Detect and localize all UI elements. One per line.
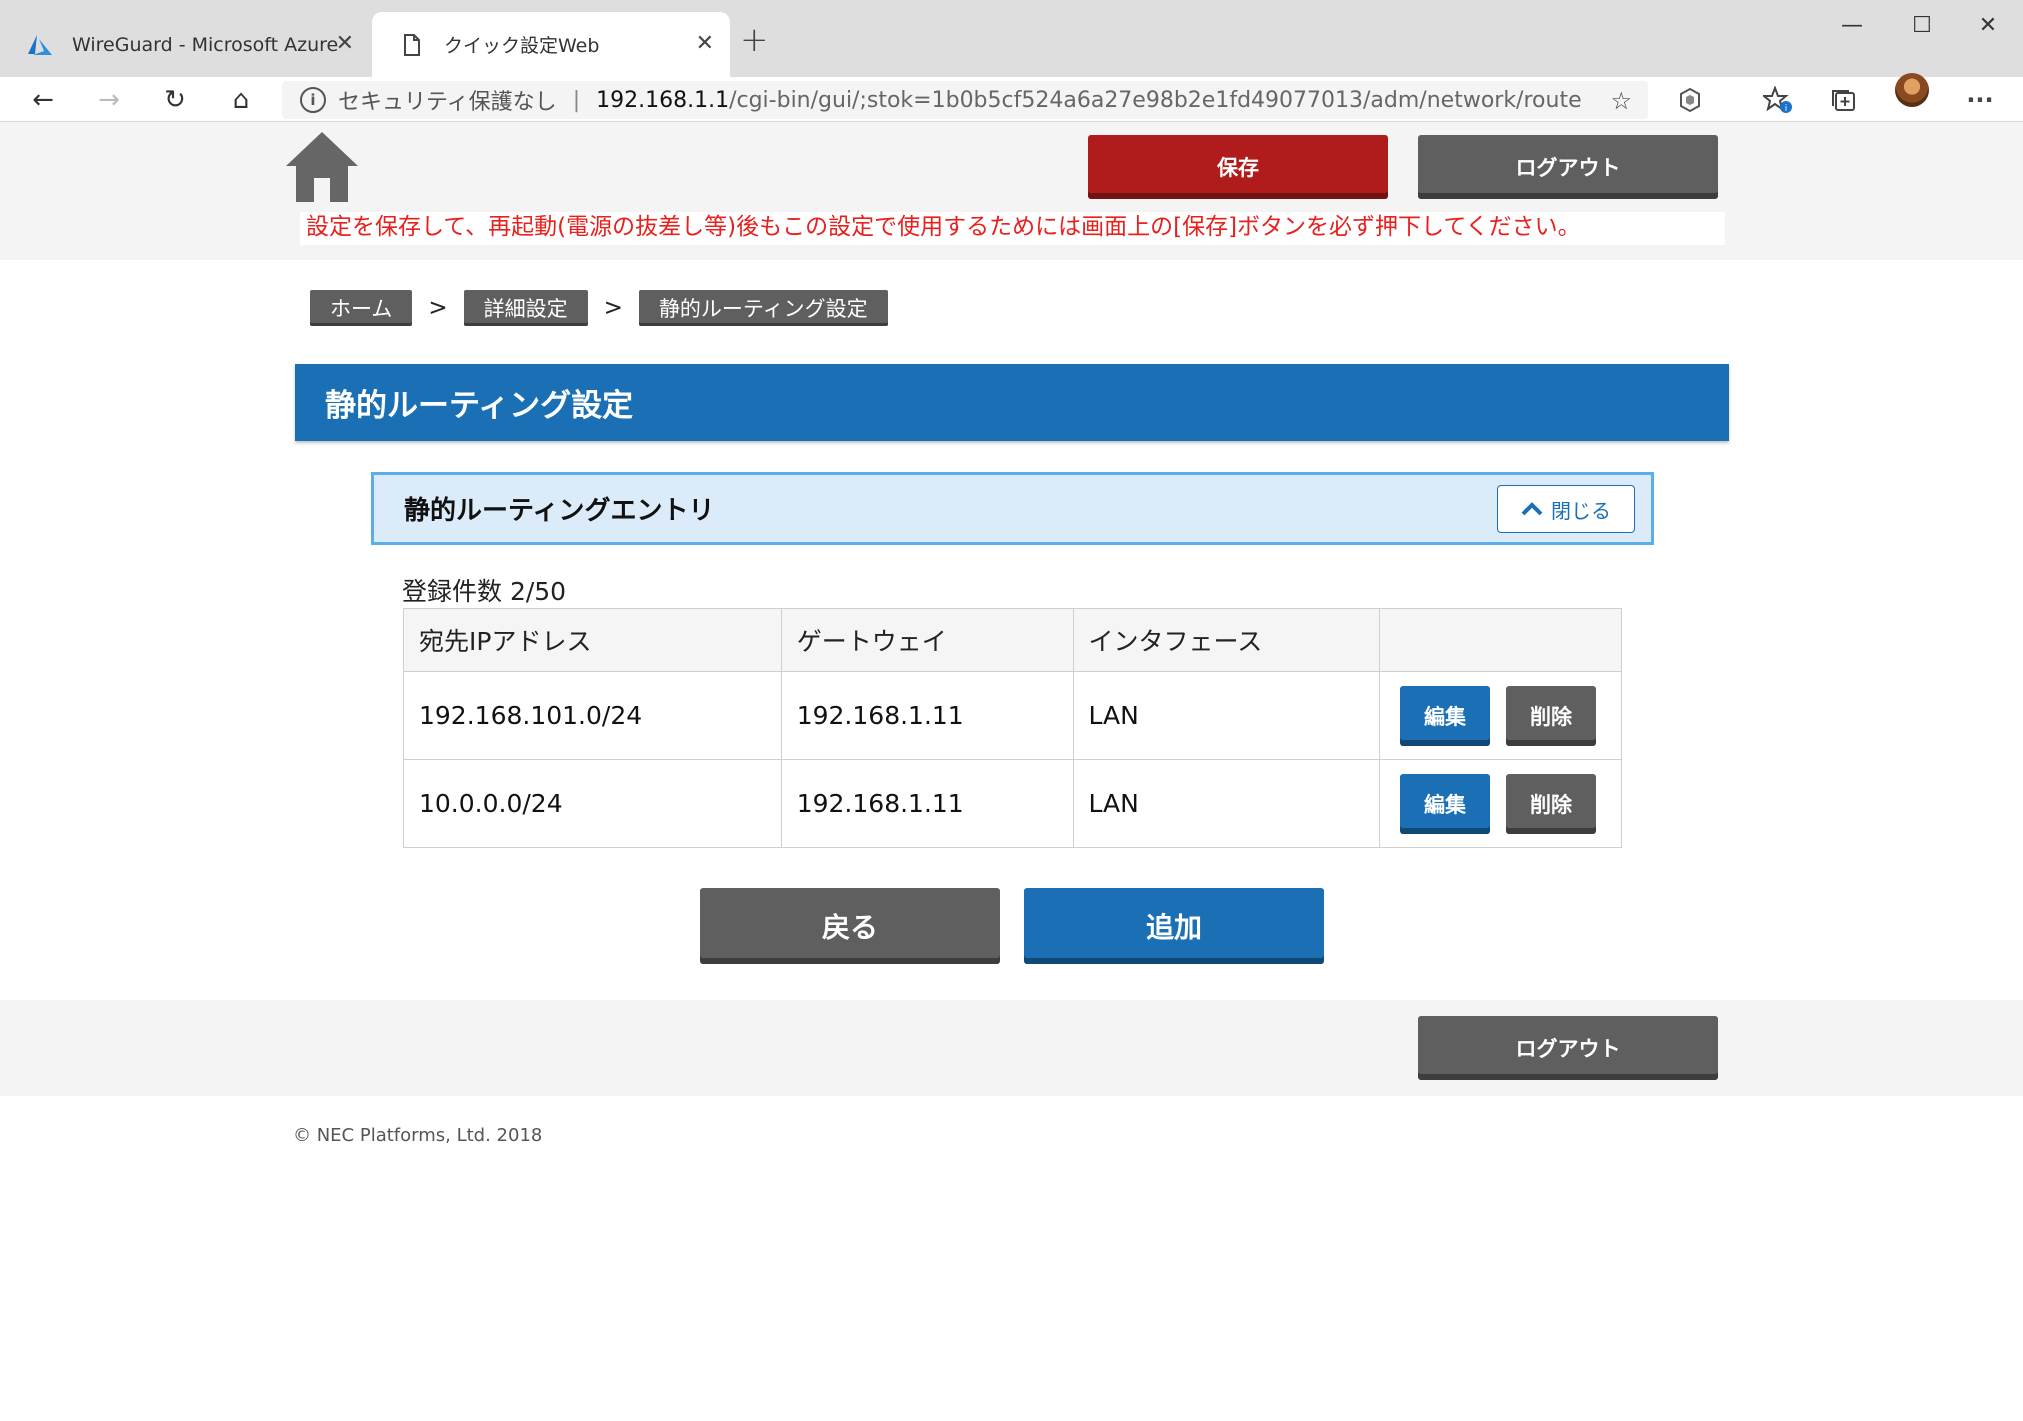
back-button[interactable]: 戻る bbox=[700, 888, 1000, 964]
svg-text:i: i bbox=[1785, 104, 1788, 114]
add-button[interactable]: 追加 bbox=[1024, 888, 1324, 964]
security-label: セキュリティ保護なし bbox=[338, 90, 557, 115]
extension-icon[interactable] bbox=[1670, 81, 1710, 119]
save-notice: 設定を保存して、再起動(電源の抜差し等)後もこの設定で使用するためには画面上の[… bbox=[300, 212, 1725, 245]
back-arrow-icon[interactable]: ← bbox=[20, 77, 66, 122]
delete-button[interactable]: 削除 bbox=[1505, 685, 1596, 746]
profile-avatar[interactable] bbox=[1895, 73, 1929, 107]
browser-toolbar: ← → ↻ ⌂ i セキュリティ保護なし | 192.168.1.1 /cgi-… bbox=[0, 77, 2023, 122]
page-footer bbox=[0, 1000, 2023, 1096]
delete-button[interactable]: 削除 bbox=[1505, 773, 1596, 834]
url-separator: | bbox=[572, 87, 581, 113]
breadcrumb-separator: > bbox=[428, 295, 448, 321]
info-icon[interactable]: i bbox=[300, 87, 326, 113]
browser-tab-bar: WireGuard - Microsoft Azure ✕ クイック設定Web … bbox=[0, 0, 2023, 77]
page-icon bbox=[398, 31, 426, 59]
cell-gateway: 192.168.1.11 bbox=[780, 759, 1074, 848]
edit-button[interactable]: 編集 bbox=[1399, 685, 1490, 746]
collapse-label: 閉じる bbox=[1551, 498, 1611, 523]
column-header-interface: インタフェース bbox=[1072, 608, 1380, 672]
breadcrumb: ホーム > 詳細設定 > 静的ルーティング設定 bbox=[310, 290, 888, 326]
table-row: 10.0.0.0/24 192.168.1.11 LAN 編集 削除 bbox=[403, 759, 1623, 848]
more-options-icon[interactable]: ··· bbox=[1960, 81, 2000, 119]
section-title: 静的ルーティングエントリ bbox=[404, 496, 715, 526]
collapse-button[interactable]: 閉じる bbox=[1497, 485, 1635, 533]
route-table: 宛先IPアドレス ゲートウェイ インタフェース 192.168.101.0/24… bbox=[403, 608, 1623, 848]
breadcrumb-home[interactable]: ホーム bbox=[310, 290, 413, 326]
table-header-row: 宛先IPアドレス ゲートウェイ インタフェース bbox=[403, 608, 1623, 672]
column-header-actions bbox=[1378, 608, 1623, 672]
page-title: 静的ルーティング設定 bbox=[295, 364, 1729, 441]
forward-arrow-icon[interactable]: → bbox=[86, 77, 132, 122]
address-bar[interactable]: i セキュリティ保護なし | 192.168.1.1 /cgi-bin/gui/… bbox=[282, 81, 1648, 119]
breadcrumb-static-routing[interactable]: 静的ルーティング設定 bbox=[638, 290, 888, 326]
cell-interface: LAN bbox=[1072, 671, 1380, 760]
url-host: 192.168.1.1 bbox=[596, 87, 730, 113]
refresh-icon[interactable]: ↻ bbox=[152, 77, 198, 122]
favorite-star-icon[interactable]: ☆ bbox=[1610, 87, 1632, 115]
new-tab-button[interactable]: + bbox=[740, 20, 769, 60]
tab-title: WireGuard - Microsoft Azure bbox=[72, 33, 339, 56]
home-icon[interactable]: ⌂ bbox=[218, 77, 264, 122]
column-header-destination: 宛先IPアドレス bbox=[403, 608, 782, 672]
cell-interface: LAN bbox=[1072, 759, 1380, 848]
tab-close-icon[interactable]: ✕ bbox=[336, 33, 354, 55]
cell-gateway: 192.168.1.11 bbox=[780, 671, 1074, 760]
tab-wireguard-azure[interactable]: WireGuard - Microsoft Azure ✕ bbox=[0, 12, 370, 77]
table-row: 192.168.101.0/24 192.168.1.11 LAN 編集 削除 bbox=[403, 671, 1623, 760]
chevron-up-icon bbox=[1521, 502, 1543, 516]
tab-quick-settings-web[interactable]: クイック設定Web ✕ bbox=[372, 12, 730, 77]
tab-close-icon[interactable]: ✕ bbox=[696, 33, 714, 55]
collections-icon[interactable] bbox=[1824, 81, 1864, 119]
cell-actions: 編集 削除 bbox=[1378, 671, 1623, 760]
copyright: © NEC Platforms, Ltd. 2018 bbox=[293, 1125, 543, 1146]
window-close-button[interactable]: ✕ bbox=[1953, 8, 2023, 42]
breadcrumb-advanced-settings[interactable]: 詳細設定 bbox=[463, 290, 588, 326]
cell-destination: 10.0.0.0/24 bbox=[403, 759, 782, 848]
logout-button-top[interactable]: ログアウト bbox=[1418, 135, 1718, 199]
tab-title: クイック設定Web bbox=[444, 35, 600, 57]
logout-button-bottom[interactable]: ログアウト bbox=[1418, 1016, 1718, 1080]
azure-icon bbox=[26, 31, 54, 59]
maximize-button[interactable]: ☐ bbox=[1887, 8, 1957, 42]
breadcrumb-separator: > bbox=[603, 295, 623, 321]
cell-destination: 192.168.101.0/24 bbox=[403, 671, 782, 760]
section-header: 静的ルーティングエントリ 閉じる bbox=[371, 472, 1654, 545]
minimize-button[interactable]: — bbox=[1817, 8, 1887, 42]
edit-button[interactable]: 編集 bbox=[1399, 773, 1490, 834]
url-path: /cgi-bin/gui/;stok=1b0b5cf524a6a27e98b2e… bbox=[729, 87, 1582, 113]
entry-count: 登録件数 2/50 bbox=[402, 577, 567, 606]
save-button[interactable]: 保存 bbox=[1088, 135, 1388, 199]
home-icon[interactable] bbox=[284, 130, 360, 202]
column-header-gateway: ゲートウェイ bbox=[780, 608, 1074, 672]
cell-actions: 編集 削除 bbox=[1378, 759, 1623, 848]
favorites-icon[interactable]: i bbox=[1758, 81, 1798, 119]
